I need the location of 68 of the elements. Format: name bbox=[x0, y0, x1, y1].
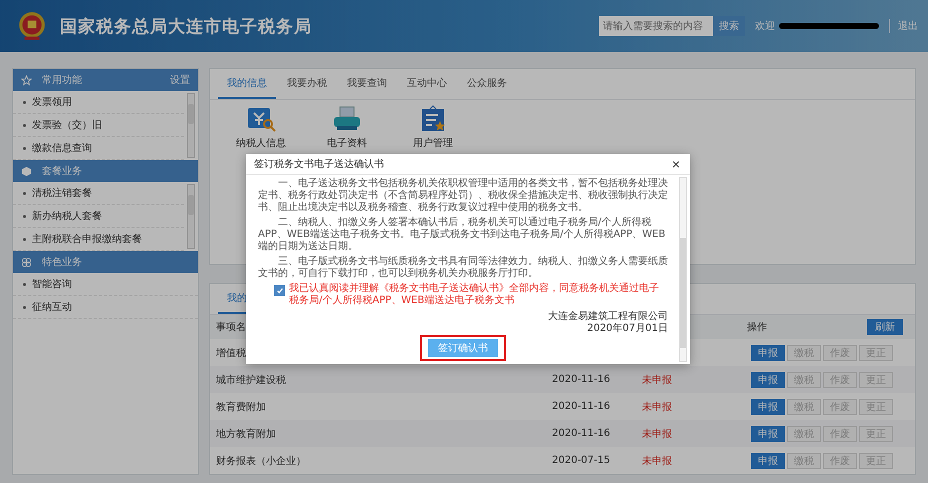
action-button[interactable]: 申报 bbox=[751, 372, 785, 388]
status-label: 未申报 bbox=[642, 402, 672, 412]
logout-link[interactable]: 退出 bbox=[889, 19, 918, 33]
table-cell: 2020-11-16 bbox=[552, 428, 610, 439]
close-button[interactable]: × bbox=[670, 156, 682, 172]
scrollbar[interactable] bbox=[187, 93, 195, 158]
shortcut-label: 电子资料 bbox=[327, 136, 367, 150]
confirm-button[interactable]: 签订确认书 bbox=[428, 339, 498, 357]
checkbox[interactable] bbox=[274, 285, 285, 296]
refresh-button[interactable]: 刷新 bbox=[867, 319, 903, 335]
action-button[interactable]: 申报 bbox=[751, 398, 785, 414]
section-header[interactable]: 套餐业务 bbox=[13, 160, 198, 182]
printer-icon[interactable] bbox=[331, 105, 363, 133]
status-label: 未申报 bbox=[642, 374, 672, 386]
table-cell: 增值税 bbox=[216, 348, 246, 358]
paragraph: 三、电子版式税务文书与纸质税务文书具有同等法律效力。纳税人、扣缴义务人需要纸质文书的，可自行下载打印，也可以到税务机关办税服务厅打印。 bbox=[258, 256, 668, 280]
tab[interactable]: 我要办税 bbox=[278, 69, 336, 99]
section-header[interactable]: 常用功能 设置 bbox=[13, 69, 198, 91]
status-label: 未申报 bbox=[642, 456, 672, 466]
search-button[interactable]: 搜索 bbox=[713, 16, 745, 36]
flower-icon bbox=[21, 256, 32, 268]
tab[interactable]: 互动中心 bbox=[398, 69, 456, 99]
sign-date: 2020年07月01日 bbox=[587, 323, 668, 335]
table-cell: 2020-11-16 bbox=[552, 374, 610, 385]
section-title: 套餐业务 bbox=[42, 164, 83, 178]
company-name: 大连金易建筑工程有限公司 bbox=[548, 311, 668, 323]
table-cell: 城市维护建设税 bbox=[216, 374, 286, 386]
status-label: 未申报 bbox=[642, 428, 672, 440]
table-cell: 地方教育附加 bbox=[216, 428, 276, 440]
sidebar-item[interactable]: 发票领用 bbox=[32, 95, 72, 109]
welcome-label: 欢迎 bbox=[755, 20, 775, 33]
sidebar-item[interactable]: 发票验（交）旧 bbox=[32, 118, 102, 132]
tab[interactable]: 我要查询 bbox=[338, 69, 396, 99]
agreement-text: 我已认真阅读并理解《税务文书电子送达确认书》全部内容，同意税务机关通过电子税务局/个人所得税APP、WEB端送达电子税务文书 bbox=[289, 283, 660, 307]
cube-icon bbox=[21, 166, 32, 176]
table-cell: 教育费附加 bbox=[216, 402, 266, 412]
sidebar-item[interactable]: 缴款信息查询 bbox=[32, 141, 92, 155]
column-header: 操作 bbox=[747, 321, 768, 334]
dialog-title: 签订税务文书电子送达确认书 bbox=[254, 158, 384, 171]
paragraph: 一、电子送达税务文书包括税务机关依职权管理中适用的各类文书，暂不包括税务处理决定书、税务行政处罚决定书（不含简易程序处罚）、税收保全措施决定书、税收强制执行决定书、阻止出境决定书以及税务稽查、税务行政复议过程中使用的税务文书。 bbox=[258, 178, 668, 214]
section-title: 常用功能 bbox=[42, 74, 83, 87]
section-title: 特色业务 bbox=[42, 256, 83, 269]
table-cell: 2020-11-16 bbox=[552, 401, 610, 412]
action-button[interactable]: 申报 bbox=[751, 452, 785, 468]
table-cell: 2020-07-15 bbox=[552, 455, 610, 466]
scrollbar[interactable] bbox=[187, 184, 195, 249]
id-card-icon[interactable] bbox=[245, 105, 277, 133]
settings-link[interactable]: 设置 bbox=[170, 73, 190, 87]
sidebar-item[interactable]: 智能咨询 bbox=[32, 277, 72, 291]
tab[interactable]: 公众服务 bbox=[458, 69, 516, 99]
site-title: 国家税务总局大连市电子税务局 bbox=[60, 16, 312, 38]
search-field[interactable]: 请输入需要搜索的内容 bbox=[599, 16, 713, 36]
action-button[interactable]: 申报 bbox=[751, 344, 785, 360]
section-header[interactable]: 特色业务 bbox=[13, 251, 198, 273]
sidebar-item[interactable]: 清税注销套餐 bbox=[32, 186, 92, 200]
shortcut-label: 纳税人信息 bbox=[236, 136, 286, 150]
action-button[interactable]: 申报 bbox=[751, 426, 785, 442]
tab[interactable]: 我的信息 bbox=[218, 69, 276, 99]
emblem-icon bbox=[16, 9, 48, 43]
scrollbar[interactable] bbox=[679, 177, 687, 362]
sidebar-item[interactable]: 主附税联合申报缴纳套餐 bbox=[32, 232, 142, 246]
paragraph: 二、纳税人、扣缴义务人签署本确认书后，税务机关可以通过电子税务局/个人所得税APP、WEB端送达电子税务文书。电子版式税务文书到达电子税务局/个人所得税APP、WEB端的日期为送达日期。 bbox=[258, 217, 666, 253]
star-icon bbox=[21, 74, 32, 86]
sidebar-item[interactable]: 征纳互动 bbox=[32, 300, 72, 314]
table-cell: 财务报表（小企业） bbox=[216, 456, 306, 466]
sidebar-item[interactable]: 新办纳税人套餐 bbox=[32, 209, 102, 223]
column-header: 事项名 bbox=[216, 322, 246, 333]
shortcut-label: 用户管理 bbox=[413, 136, 453, 150]
